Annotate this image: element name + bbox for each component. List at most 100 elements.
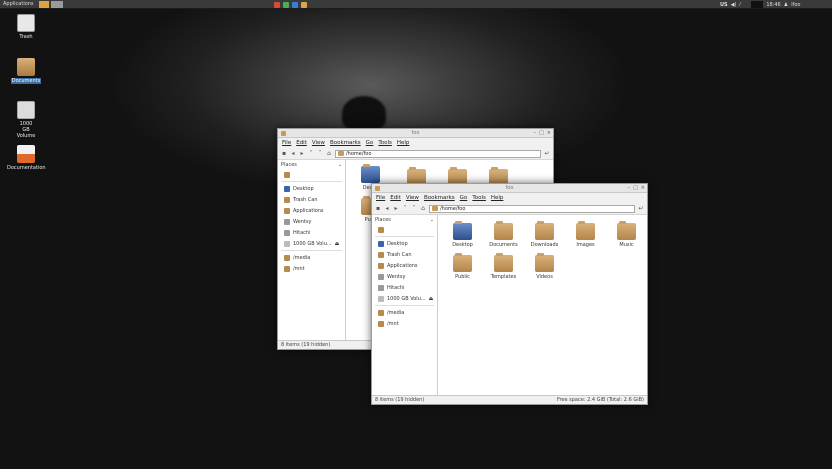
files-launcher-icon[interactable] <box>301 1 307 8</box>
clock[interactable]: 18:46 <box>766 2 780 8</box>
back-icon[interactable]: ◂ <box>384 205 390 212</box>
minimize-icon[interactable]: – <box>628 185 631 191</box>
back-icon[interactable]: ◂ <box>290 150 296 157</box>
file-manager-window-front[interactable]: foo – □ × File Edit View Bookmarks Go Tool… <box>371 183 648 405</box>
file-item-downloads[interactable]: Downloads <box>524 220 565 252</box>
file-item-public[interactable]: Public <box>442 252 483 284</box>
minimize-icon[interactable]: – <box>534 130 537 136</box>
menu-go[interactable]: Go <box>460 195 468 201</box>
sidebar-item-media[interactable]: /media <box>372 307 437 318</box>
menu-go[interactable]: Go <box>366 140 374 146</box>
file-item-templates[interactable]: Templates <box>483 252 524 284</box>
places-header[interactable]: Places <box>375 217 391 223</box>
sidebar-item-wentsy[interactable]: Wentsy <box>372 271 437 282</box>
sidebar-item-desktop[interactable]: Desktop <box>278 183 345 194</box>
up-icon[interactable]: ˄ <box>308 150 314 157</box>
sidebar-item-volume[interactable]: 1000 GB Volu... ⏏ <box>372 293 437 304</box>
sidebar-item-hitachi[interactable]: Hitachi <box>278 227 345 238</box>
forward-icon[interactable]: ▸ <box>299 150 305 157</box>
menu-view[interactable]: View <box>312 140 325 146</box>
apps-label: Applications <box>3 1 34 7</box>
maximize-icon[interactable]: □ <box>539 130 544 136</box>
menu-file[interactable]: File <box>376 195 385 201</box>
window-titlebar[interactable]: foo – □ × <box>372 184 647 193</box>
sidebar-item-volume[interactable]: 1000 GB Volu... ⏏ <box>278 238 345 249</box>
sidebar-item-desktop[interactable]: Desktop <box>372 238 437 249</box>
sidebar-item-label: 1000 GB Volu... <box>387 295 426 302</box>
menu-edit[interactable]: Edit <box>296 140 307 146</box>
terminal-launcher-icon[interactable] <box>292 1 298 8</box>
applications-menu[interactable]: Applications <box>0 0 37 9</box>
home-folder-icon <box>378 226 384 233</box>
go-icon[interactable]: ↵ <box>638 205 644 212</box>
down-icon[interactable]: ˅ <box>411 205 417 212</box>
eject-icon[interactable]: ⏏ <box>429 296 434 302</box>
browser-launcher-icon[interactable] <box>274 1 280 8</box>
folder-icon <box>576 221 595 240</box>
window-titlebar[interactable]: foo – □ × <box>278 129 553 138</box>
sidebar-item-home[interactable] <box>372 224 437 235</box>
sidebar-item-hitachi[interactable]: Hitachi <box>372 282 437 293</box>
go-icon[interactable]: ↵ <box>544 150 550 157</box>
menu-tools[interactable]: Tools <box>472 195 486 201</box>
sidebar-item-trash[interactable]: Trash Can <box>372 249 437 260</box>
sidebar-item-media[interactable]: /media <box>278 252 345 263</box>
up-icon[interactable]: ˄ <box>402 205 408 212</box>
desktop-icon <box>284 185 290 192</box>
folder-launcher-icon[interactable] <box>38 0 49 8</box>
menu-help[interactable]: Help <box>491 195 504 201</box>
close-icon[interactable]: × <box>547 130 551 136</box>
sidebar-item-mnt[interactable]: /mnt <box>278 263 345 274</box>
sidebar-item-label: Wentsy <box>387 273 406 280</box>
desktop-icon-volume[interactable]: 1000 GB Volume <box>6 101 46 139</box>
file-item-videos[interactable]: Videos <box>524 252 565 284</box>
volume-icon[interactable]: ◀) <box>731 2 737 8</box>
sidebar-item-label: /mnt <box>387 320 399 327</box>
menu-view[interactable]: View <box>406 195 419 201</box>
network-icon[interactable]: ⁄ <box>739 2 740 8</box>
sidebar-item-wentsy[interactable]: Wentsy <box>278 216 345 227</box>
home-icon[interactable]: ⌂ <box>420 205 426 212</box>
user-name[interactable]: lfoo <box>791 2 800 8</box>
sidebar-item-home[interactable] <box>278 169 345 180</box>
file-item-images[interactable]: Images <box>565 220 606 252</box>
eject-icon[interactable]: ⏏ <box>335 241 340 247</box>
toolbar: ▪ ◂ ▸ ˄ ˅ ⌂ /home/foo ↵ <box>372 203 647 215</box>
home-icon[interactable]: ⌂ <box>326 150 332 157</box>
new-tab-icon[interactable]: ▪ <box>375 205 381 212</box>
menu-bookmarks[interactable]: Bookmarks <box>330 140 361 146</box>
app-launcher-icon[interactable] <box>283 1 289 8</box>
chevron-down-icon[interactable]: ⌄ <box>430 217 434 223</box>
down-icon[interactable]: ˅ <box>317 150 323 157</box>
sidebar-item-trash[interactable]: Trash Can <box>278 194 345 205</box>
menu-edit[interactable]: Edit <box>390 195 401 201</box>
menu-file[interactable]: File <box>282 140 291 146</box>
file-item-documents[interactable]: Documents <box>483 220 524 252</box>
menu-help[interactable]: Help <box>397 140 410 146</box>
sidebar-item-applications[interactable]: Applications <box>278 205 345 216</box>
desktop-folder-icon <box>453 221 472 240</box>
desktop-icon-documentation[interactable]: Documentation <box>6 145 46 171</box>
close-icon[interactable]: × <box>641 185 645 191</box>
user-icon: ♟ <box>783 1 789 8</box>
places-header[interactable]: Places <box>281 162 297 168</box>
desktop-icon-documents[interactable]: Documents <box>6 58 46 84</box>
sidebar-item-applications[interactable]: Applications <box>372 260 437 271</box>
chevron-down-icon[interactable]: ⌄ <box>338 162 342 168</box>
file-item-desktop[interactable]: Desktop <box>442 220 483 252</box>
drive-icon <box>17 101 35 119</box>
path-bar[interactable]: /home/foo <box>429 204 635 213</box>
menu-bookmarks[interactable]: Bookmarks <box>424 195 455 201</box>
keyboard-layout[interactable]: US <box>720 2 728 8</box>
path-bar[interactable]: /home/foo <box>335 149 541 158</box>
maximize-icon[interactable]: □ <box>633 185 638 191</box>
desktop-icon-trash[interactable]: Trash <box>6 14 46 40</box>
toolbar: ▪ ◂ ▸ ˄ ˅ ⌂ /home/foo ↵ <box>278 148 553 160</box>
new-tab-icon[interactable]: ▪ <box>281 150 287 157</box>
sidebar-item-mnt[interactable]: /mnt <box>372 318 437 329</box>
window-list-button[interactable] <box>50 0 63 8</box>
menu-tools[interactable]: Tools <box>378 140 392 146</box>
forward-icon[interactable]: ▸ <box>393 205 399 212</box>
desktop-folder-icon <box>360 164 380 183</box>
file-item-music[interactable]: Music <box>606 220 647 252</box>
